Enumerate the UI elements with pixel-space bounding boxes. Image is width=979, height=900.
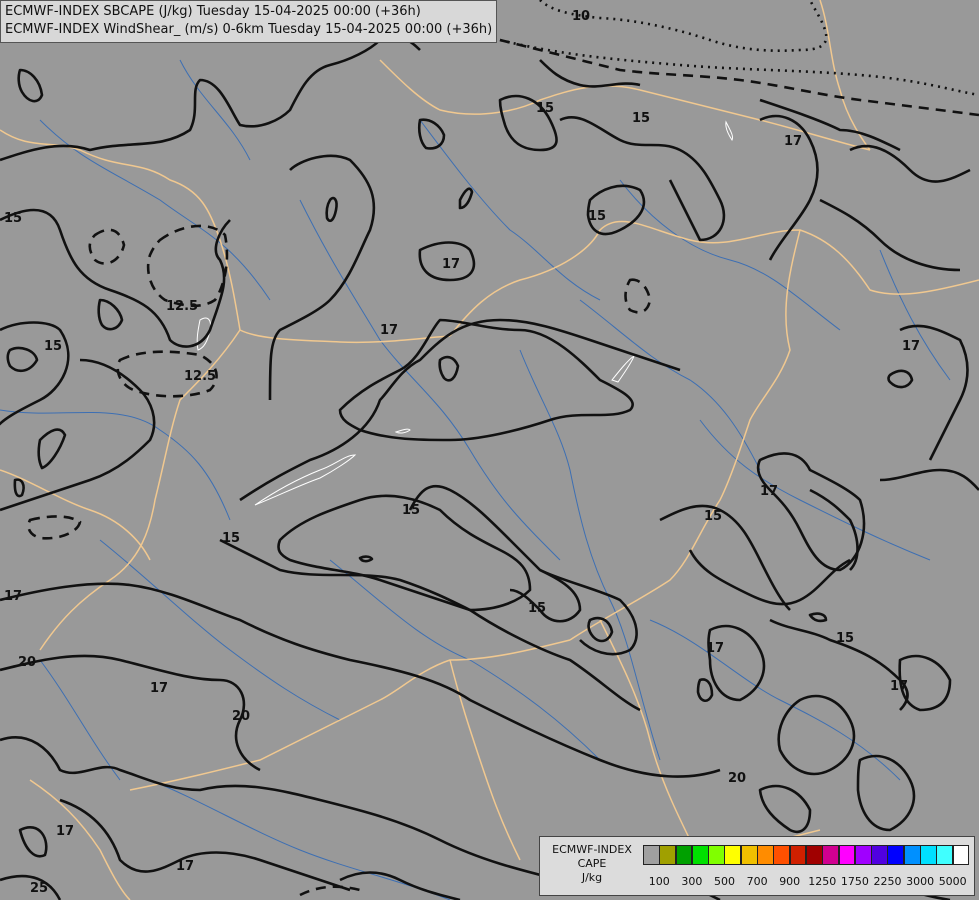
legend-tick: 100	[648, 875, 670, 888]
legend-swatch	[675, 845, 693, 865]
legend-tick: 1250	[808, 875, 837, 888]
contour-label: 17	[784, 134, 802, 149]
contour-label: 15	[44, 339, 62, 354]
legend-tick-labels: 100 300 500 700 900 1250 1750 2250 3000 5000	[643, 875, 973, 889]
title-line-windshear: ECMWF-INDEX WindShear_ (m/s) 0-6km Tuesd…	[5, 22, 493, 37]
contour-label: 17	[760, 484, 778, 499]
contour-label: 20	[728, 771, 746, 786]
contour-label: 17	[442, 257, 460, 272]
legend-tick: 2250	[873, 875, 902, 888]
contour-label: 15	[836, 631, 854, 646]
legend-swatch	[936, 845, 954, 865]
legend-tick: 700	[746, 875, 768, 888]
legend-swatch	[773, 845, 791, 865]
legend-swatch	[805, 845, 823, 865]
contour-label: 10	[572, 9, 590, 24]
title-line-sbcape: ECMWF-INDEX SBCAPE (J/kg) Tuesday 15-04-…	[5, 4, 421, 19]
legend-swatch	[659, 845, 677, 865]
contour-label: 12.5	[184, 369, 216, 384]
legend-swatch	[643, 845, 660, 865]
legend-tick: 5000	[938, 875, 967, 888]
legend-tick: 300	[681, 875, 703, 888]
legend-label: ECMWF-INDEX CAPE J/kg	[544, 843, 640, 885]
map-title-box: ECMWF-INDEX SBCAPE (J/kg) Tuesday 15-04-…	[0, 0, 498, 43]
contour-label: 17	[4, 589, 22, 604]
contour-label: 17	[706, 641, 724, 656]
contour-label: 17	[150, 681, 168, 696]
contour-label: 20	[18, 655, 36, 670]
contour-label: 12.5	[166, 299, 198, 314]
contour-label: 15	[402, 503, 420, 518]
cape-legend: ECMWF-INDEX CAPE J/kg 100 300 500 700 900 125…	[539, 836, 975, 896]
contour-label: 20	[232, 709, 250, 724]
legend-swatch	[887, 845, 905, 865]
contour-label: 17	[380, 323, 398, 338]
legend-swatch	[691, 845, 709, 865]
legend-tick: 1750	[840, 875, 869, 888]
contour-label: 17	[56, 824, 74, 839]
legend-color-scale	[643, 845, 970, 865]
contour-label: 15	[704, 509, 722, 524]
legend-swatch	[854, 845, 872, 865]
legend-swatch	[920, 845, 937, 865]
legend-tick: 500	[714, 875, 735, 888]
legend-swatch	[838, 845, 856, 865]
legend-label-model: ECMWF-INDEX	[552, 843, 632, 856]
legend-swatch	[822, 845, 840, 865]
legend-swatch	[952, 845, 970, 865]
legend-swatch	[740, 845, 758, 865]
contour-label: 15	[222, 531, 240, 546]
legend-swatch	[724, 845, 742, 865]
legend-swatch	[903, 845, 921, 865]
contour-label: 15	[528, 601, 546, 616]
legend-swatch	[708, 845, 725, 865]
contour-label: 15	[632, 111, 650, 126]
legend-label-unit: J/kg	[581, 871, 603, 884]
contour-label: 15	[536, 101, 554, 116]
contour-label: 17	[902, 339, 920, 354]
contour-label: 17	[176, 859, 194, 874]
contour-label: 15	[4, 211, 22, 226]
legend-label-field: CAPE	[577, 857, 607, 870]
contour-label: 15	[588, 209, 606, 224]
legend-swatch	[789, 845, 807, 865]
map-background	[0, 0, 979, 900]
legend-swatch	[757, 845, 774, 865]
legend-swatch	[871, 845, 888, 865]
legend-tick: 900	[779, 875, 801, 888]
contour-label: 25	[30, 881, 48, 896]
contour-label: 17	[890, 679, 908, 694]
legend-tick: 3000	[906, 875, 935, 888]
map-canvas: 10 15 15 15 15 15 15 15 15 17 17 17 17 1…	[0, 0, 979, 900]
